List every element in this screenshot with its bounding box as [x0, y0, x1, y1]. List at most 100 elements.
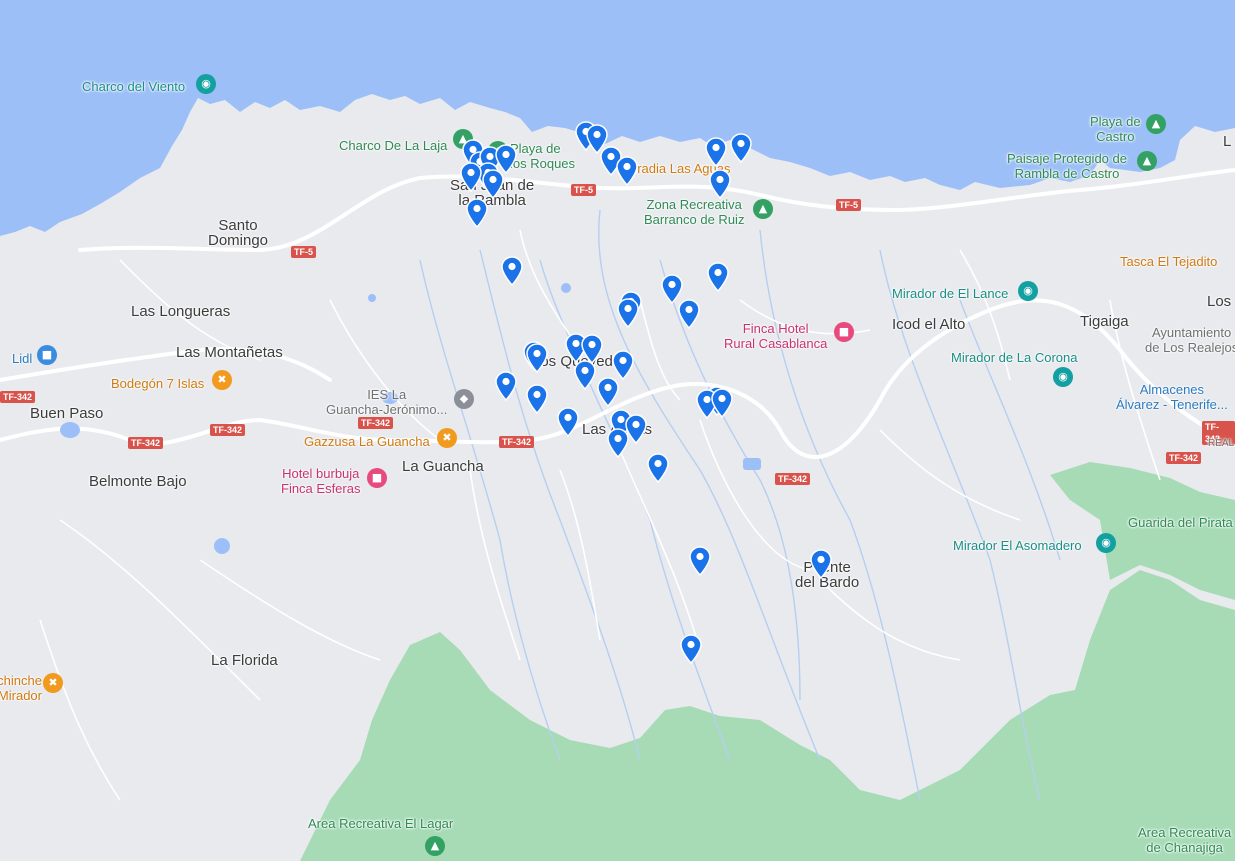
location-pin[interactable] — [678, 299, 700, 329]
restaurant-icon[interactable]: ✖ — [437, 428, 457, 448]
camera-icon[interactable]: ◉ — [196, 74, 216, 94]
pin-icon — [482, 169, 504, 199]
location-pin[interactable] — [617, 298, 639, 328]
poi-label-hotel-burbuja[interactable]: Hotel burbuja Finca Esferas — [281, 466, 360, 496]
pin-icon — [526, 384, 548, 414]
place-label-belmonte-bajo: Belmonte Bajo — [89, 473, 187, 490]
poi-label-zona-recreativa[interactable]: Zona Recreativa Barranco de Ruiz — [644, 197, 744, 227]
poi-label-area-recreativa-chanajiga[interactable]: Area Recreativa de Chanajiga — [1138, 825, 1231, 855]
pin-icon — [730, 133, 752, 163]
pin-icon — [557, 407, 579, 437]
poi-label-lidl[interactable]: Lidl — [12, 351, 32, 366]
pin-icon — [617, 298, 639, 328]
poi-label-guachinche[interactable]: Guachinche El Mirador — [0, 673, 42, 703]
road-shield-tf342: TF-342 — [128, 437, 164, 449]
location-pin[interactable] — [612, 350, 634, 380]
restaurant-icon[interactable]: ✖ — [212, 370, 232, 390]
pin-icon — [711, 388, 733, 418]
place-label-la-florida: La Florida — [211, 652, 278, 669]
poi-label-playa-de-los-roques[interactable]: Playa de los Roques — [510, 141, 575, 171]
pin-icon — [574, 360, 596, 390]
place-label-santo-domingo: Santo Domingo — [208, 217, 269, 249]
poi-label-charco-de-la-laja[interactable]: Charco De La Laja — [339, 138, 447, 153]
pin-icon — [607, 428, 629, 458]
place-label-icod-el-alto: Icod el Alto — [892, 316, 966, 333]
location-pin[interactable] — [460, 162, 482, 192]
poi-label-almacenes[interactable]: Almacenes Álvarez - Tenerife... — [1116, 382, 1228, 412]
road-shield-tf5: TF-5 — [571, 184, 596, 196]
poi-label-charco-del-viento[interactable]: Charco del Viento — [82, 79, 185, 94]
pin-icon — [705, 137, 727, 167]
location-pin[interactable] — [526, 343, 548, 373]
location-pin[interactable] — [526, 384, 548, 414]
poi-label-ies-la-guancha[interactable]: IES La Guancha-Jerónimo... — [326, 387, 447, 417]
road-shield-tf5: TF-5 — [291, 246, 316, 258]
pin-icon — [810, 549, 832, 579]
pin-icon — [616, 156, 638, 186]
poi-label-mirador-de-la-corona[interactable]: Mirador de La Corona — [951, 350, 1077, 365]
location-pin[interactable] — [810, 549, 832, 579]
location-pin[interactable] — [709, 169, 731, 199]
location-pin[interactable] — [730, 133, 752, 163]
road-shield-tf342: TF-342 — [358, 417, 394, 429]
restaurant-icon[interactable]: ✖ — [43, 673, 63, 693]
location-pin[interactable] — [689, 546, 711, 576]
hiking-icon[interactable]: ▲ — [1146, 114, 1166, 134]
location-pin[interactable] — [501, 256, 523, 286]
road-shield-tf342: TF-342 — [0, 391, 36, 403]
road-shield-tf342: TF-342 — [775, 473, 811, 485]
location-pin[interactable] — [597, 377, 619, 407]
pin-icon — [678, 299, 700, 329]
pin-icon — [647, 453, 669, 483]
pin-icon — [709, 169, 731, 199]
poi-label-ayuntamiento[interactable]: Ayuntamiento de Los Realejos — [1145, 325, 1235, 355]
location-pin[interactable] — [557, 407, 579, 437]
location-pin[interactable] — [574, 360, 596, 390]
camera-icon[interactable]: ◉ — [1096, 533, 1116, 553]
poi-label-mirador-el-asomadero[interactable]: Mirador El Asomadero — [953, 538, 1082, 553]
location-pin[interactable] — [711, 388, 733, 418]
poi-label-real-edge: REAL — [1208, 438, 1235, 449]
location-pin[interactable] — [482, 169, 504, 199]
camera-icon[interactable]: ◉ — [1018, 281, 1038, 301]
location-pin[interactable] — [466, 198, 488, 228]
tree-icon[interactable]: ▲ — [1137, 151, 1157, 171]
road-shield-tf342: TF-342 — [499, 436, 535, 448]
location-pin[interactable] — [495, 371, 517, 401]
location-pin[interactable] — [705, 137, 727, 167]
road-shield-tf342: TF-342 — [1166, 452, 1202, 464]
place-label-las-longueras: Las Longueras — [131, 303, 231, 320]
location-pin[interactable] — [607, 428, 629, 458]
poi-label-area-recreativa-el-lagar[interactable]: Area Recreativa El Lagar — [308, 816, 453, 831]
pin-icon — [526, 343, 548, 373]
hotel-icon[interactable]: ■ — [367, 468, 387, 488]
shopping-icon[interactable]: ■ — [37, 345, 57, 365]
tree-icon[interactable]: ▲ — [753, 199, 773, 219]
poi-label-bodegon-7-islas[interactable]: Bodegón 7 Islas — [111, 376, 204, 391]
poi-label-gazzusa[interactable]: Gazzusa La Guancha — [304, 434, 430, 449]
map-canvas[interactable]: TF-5 TF-5 TF-5 TF-342 TF-342 TF-342 TF-3… — [0, 0, 1235, 861]
place-label-las-montanetas: Las Montañetas — [176, 344, 283, 361]
pin-icon — [689, 546, 711, 576]
poi-label-finca-hotel[interactable]: Finca Hotel Rural Casablanca — [724, 321, 827, 351]
pin-icon — [501, 256, 523, 286]
pin-icon — [707, 262, 729, 292]
place-label-los-edge: Los — [1207, 293, 1232, 310]
poi-label-playa-de-castro[interactable]: Playa de Castro — [1090, 114, 1141, 144]
poi-label-mirador-de-el-lance[interactable]: Mirador de El Lance — [892, 286, 1008, 301]
location-pin[interactable] — [616, 156, 638, 186]
location-pin[interactable] — [707, 262, 729, 292]
poi-label-guarida-del-pirata[interactable]: Guarida del Pirata — [1128, 515, 1233, 530]
road-shield-tf342: TF-342 — [210, 424, 246, 436]
pin-icon — [680, 634, 702, 664]
pin-icon — [612, 350, 634, 380]
pin-icon — [495, 371, 517, 401]
poi-label-tasca-el-tejadito[interactable]: Tasca El Tejadito — [1120, 254, 1217, 269]
camera-icon[interactable]: ◉ — [1053, 367, 1073, 387]
school-icon[interactable]: ◆ — [454, 389, 474, 409]
tree-icon[interactable]: ▲ — [425, 836, 445, 856]
location-pin[interactable] — [647, 453, 669, 483]
hotel-icon[interactable]: ■ — [834, 322, 854, 342]
poi-label-paisaje-protegido[interactable]: Paisaje Protegido de Rambla de Castro — [1007, 151, 1127, 181]
location-pin[interactable] — [680, 634, 702, 664]
